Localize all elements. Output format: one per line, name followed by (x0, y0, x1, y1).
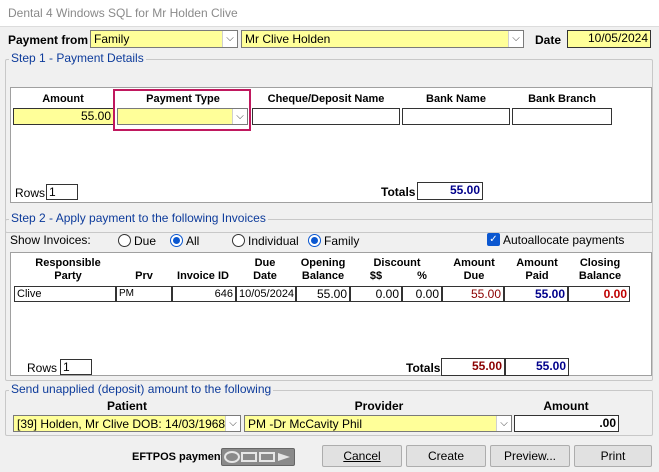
payment-from-label: Payment from (8, 33, 89, 47)
step2-title: Step 2 - Apply payment to the following … (9, 211, 268, 225)
hdr-party: Party (54, 270, 82, 282)
cell-prv: PM (116, 286, 172, 302)
cell-amount-due: 55.00 (442, 286, 504, 302)
hdr-amount-paid-2: Paid (525, 270, 549, 282)
radio-due[interactable] (118, 234, 131, 247)
col-bank-branch: Bank Branch (528, 93, 596, 105)
hdr-closing-2: Balance (578, 270, 622, 282)
totals-label: Totals (381, 185, 416, 199)
unapplied-provider-select[interactable]: PM -Dr McCavity Phil ⌵ (244, 415, 512, 432)
cell-closing-balance: 0.00 (568, 286, 630, 302)
show-invoices-label: Show Invoices: (10, 233, 91, 247)
cell-due-date: 10/05/2024 (236, 286, 296, 302)
hdr-due: Due (254, 257, 276, 269)
eftpos-logo-icon (224, 451, 290, 463)
chevron-down-icon[interactable]: ⌵ (508, 31, 523, 47)
step1-total-field: 55.00 (417, 182, 483, 200)
autoallocate-label[interactable]: Autoallocate payments (503, 233, 624, 247)
cell-amount-paid[interactable]: 55.00 (504, 286, 568, 302)
rows-field-2[interactable]: 1 (60, 359, 92, 375)
patient-select[interactable]: Mr Clive Holden ⌵ (241, 30, 524, 48)
autoallocate-checkbox[interactable]: ✓ (487, 233, 500, 246)
unapplied-provider-label: Provider (354, 399, 404, 413)
cheque-name-field[interactable] (252, 108, 400, 125)
col-cheque-name: Cheque/Deposit Name (267, 93, 385, 105)
hdr-opening: Opening (300, 257, 346, 269)
patient-value: Mr Clive Holden (245, 32, 331, 46)
total-paid-field: 55.00 (505, 358, 569, 376)
hdr-date: Date (253, 270, 277, 282)
hdr-closing-1: Closing (579, 257, 621, 269)
radio-due-label[interactable]: Due (134, 234, 156, 248)
col-amount: Amount (42, 93, 84, 105)
create-button[interactable]: Create (406, 445, 486, 467)
cell-opening-balance: 55.00 (296, 286, 350, 302)
cell-party: Clive (14, 286, 116, 302)
unapplied-patient-select[interactable]: [39] Holden, Mr Clive DOB: 14/03/1968 ⌵ (13, 415, 241, 432)
hdr-amount-paid-1: Amount (516, 257, 558, 269)
print-button[interactable]: Print (574, 445, 652, 467)
rows-label: Rows (15, 186, 46, 200)
radio-all-label[interactable]: All (186, 234, 199, 248)
amount-field[interactable]: 55.00 (13, 108, 114, 125)
payment-from-value: Family (94, 32, 130, 46)
payment-from-select[interactable]: Family ⌵ (90, 30, 238, 48)
hdr-invoice-id: Invoice ID (177, 270, 229, 282)
eftpos-button[interactable] (221, 448, 295, 466)
total-due-field: 55.00 (441, 358, 505, 376)
unapplied-patient-label: Patient (106, 399, 147, 413)
payment-dialog: Payment from Family ⌵ Mr Clive Holden ⌵ … (0, 26, 659, 472)
chevron-down-icon[interactable]: ⌵ (222, 31, 237, 47)
hdr-prv: Prv (135, 270, 153, 282)
col-bank-name: Bank Name (426, 93, 486, 105)
chevron-down-icon[interactable]: ⌵ (496, 416, 511, 431)
radio-all[interactable] (170, 234, 183, 247)
unapplied-amount-field[interactable]: .00 (514, 415, 619, 432)
unapplied-patient-value: [39] Holden, Mr Clive DOB: 14/03/1968 (17, 417, 226, 431)
cell-discount-percent[interactable]: 0.00 (402, 286, 442, 302)
eftpos-label: EFTPOS payment (132, 451, 225, 463)
rows-field[interactable]: 1 (46, 184, 78, 200)
unapplied-amount-label: Amount (543, 399, 589, 413)
bank-branch-field[interactable] (512, 108, 612, 125)
radio-family[interactable] (308, 234, 321, 247)
step1-title: Step 1 - Payment Details (9, 51, 146, 65)
bank-name-field[interactable] (402, 108, 510, 125)
payment-type-select[interactable]: ⌵ (117, 108, 248, 125)
cancel-button[interactable]: Cancel (322, 445, 402, 467)
hdr-percent: % (417, 270, 427, 282)
unapplied-title: Send unapplied (deposit) amount to the f… (9, 382, 274, 396)
hdr-amount-due-1: Amount (453, 257, 495, 269)
hdr-balance: Balance (301, 270, 345, 282)
hdr-dollars: $$ (369, 270, 383, 282)
chevron-down-icon[interactable]: ⌵ (225, 416, 240, 431)
unapplied-provider-value: PM -Dr McCavity Phil (248, 417, 363, 431)
cell-discount-dollars[interactable]: 0.00 (350, 286, 402, 302)
cell-invoice-id: 646 (172, 286, 236, 302)
hdr-responsible: Responsible (35, 257, 101, 269)
chevron-down-icon[interactable]: ⌵ (232, 109, 247, 124)
radio-family-label[interactable]: Family (324, 234, 359, 248)
hdr-amount-due-2: Due (463, 270, 485, 282)
window-title: Dental 4 Windows SQL for Mr Holden Clive (8, 6, 238, 20)
title-bar: Dental 4 Windows SQL for Mr Holden Clive (0, 0, 659, 26)
radio-individual-label[interactable]: Individual (248, 234, 299, 248)
totals-label-2: Totals (406, 361, 441, 375)
date-label: Date (535, 33, 562, 47)
rows-label-2: Rows (27, 361, 58, 375)
preview-button[interactable]: Preview... (490, 445, 570, 467)
hdr-discount: Discount (373, 257, 421, 269)
radio-individual[interactable] (232, 234, 245, 247)
date-field[interactable]: 10/05/2024 (567, 30, 651, 48)
